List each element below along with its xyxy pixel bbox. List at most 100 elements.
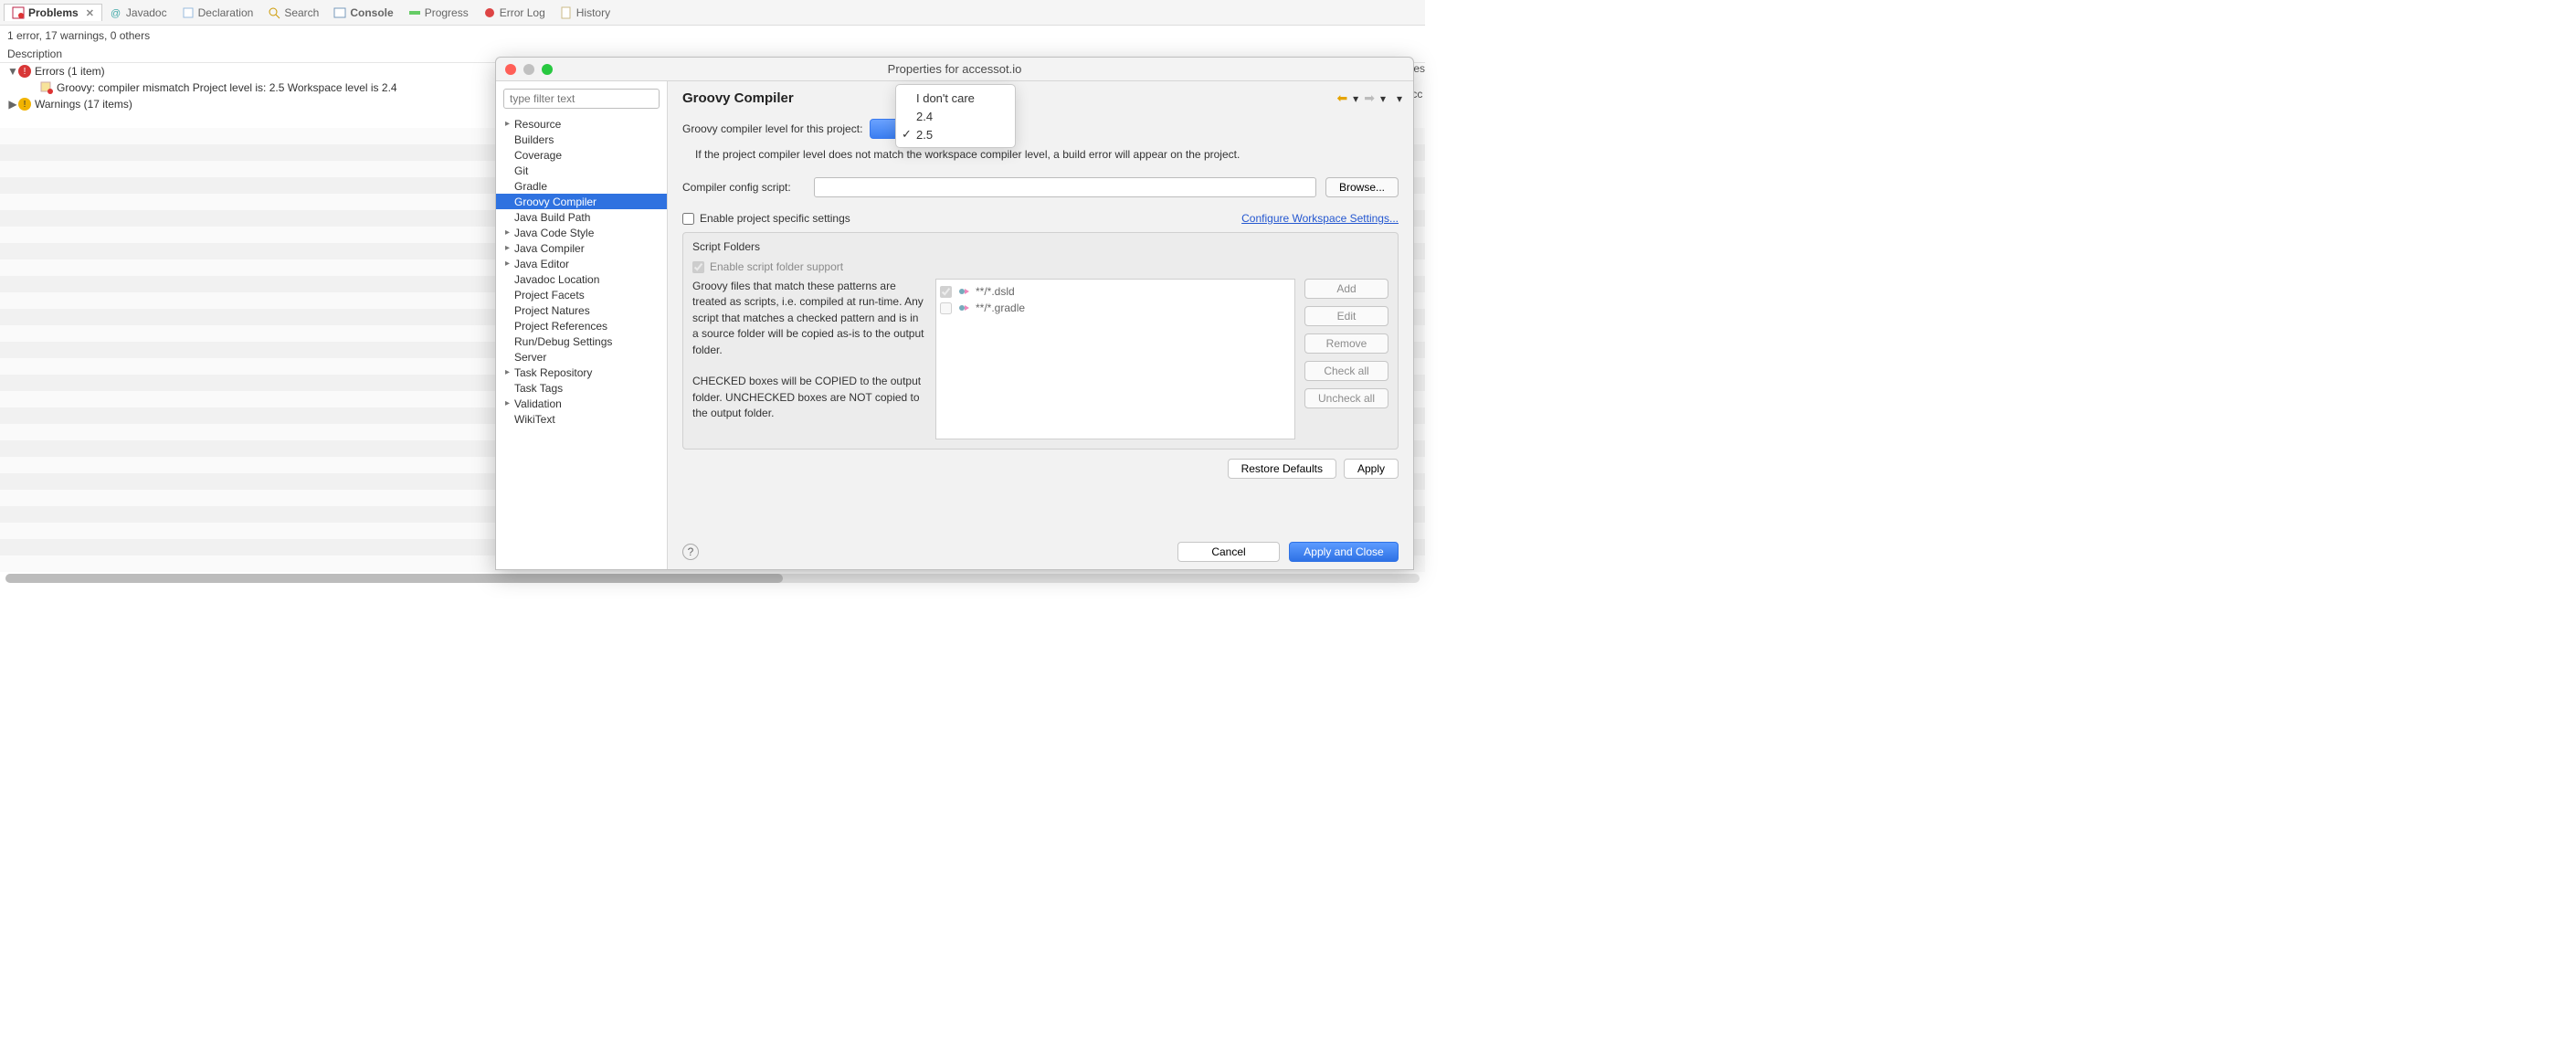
nav-item-project-natures[interactable]: Project Natures xyxy=(496,302,667,318)
pattern-item[interactable]: **/*.gradle xyxy=(940,300,1291,316)
search-icon xyxy=(268,6,280,19)
apply-button[interactable]: Apply xyxy=(1344,459,1399,479)
caret-right-icon[interactable]: ▶ xyxy=(7,98,18,111)
dropdown-option[interactable]: I don't care xyxy=(896,89,1015,107)
caret-right-icon[interactable]: ▸ xyxy=(505,119,514,129)
nav-item-run-debug-settings[interactable]: Run/Debug Settings xyxy=(496,333,667,349)
back-arrow-icon[interactable]: ⬅ xyxy=(1336,90,1347,106)
tab-problems[interactable]: Problems ✕ xyxy=(4,4,102,21)
caret-right-icon[interactable]: ▸ xyxy=(505,227,514,238)
edit-button[interactable]: Edit xyxy=(1304,306,1388,326)
nav-item-java-compiler[interactable]: ▸Java Compiler xyxy=(496,240,667,256)
nav-item-coverage[interactable]: Coverage xyxy=(496,147,667,163)
properties-page: Groovy Compiler ⬅ ▾ ➡ ▾ ▾ Groovy compile… xyxy=(668,81,1413,569)
enable-specific-row[interactable]: Enable project specific settings xyxy=(682,212,850,225)
caret-right-icon[interactable]: ▸ xyxy=(505,367,514,377)
uncheck-all-button[interactable]: Uncheck all xyxy=(1304,388,1388,408)
nav-item-label: Java Editor xyxy=(514,258,569,270)
dropdown-option-selected[interactable]: ✓2.5 xyxy=(896,125,1015,143)
forward-menu-icon[interactable]: ▾ xyxy=(1380,92,1386,105)
view-menu-icon[interactable]: ▾ xyxy=(1397,92,1402,105)
scrollbar-thumb[interactable] xyxy=(5,574,783,583)
close-icon[interactable]: ✕ xyxy=(86,7,94,19)
help-icon[interactable]: ? xyxy=(682,544,699,560)
nav-item-java-editor[interactable]: ▸Java Editor xyxy=(496,256,667,271)
browse-button[interactable]: Browse... xyxy=(1325,177,1399,197)
error-badge-icon: ! xyxy=(18,65,31,78)
pattern-item[interactable]: **/*.dsld xyxy=(940,283,1291,300)
nav-item-javadoc-location[interactable]: Javadoc Location xyxy=(496,271,667,287)
tab-label: Declaration xyxy=(198,6,254,19)
compiler-level-dropdown[interactable]: I don't care 2.4 ✓2.5 xyxy=(895,84,1016,148)
dialog-title: Properties for accessot.io xyxy=(496,62,1413,76)
back-menu-icon[interactable]: ▾ xyxy=(1353,92,1358,105)
nav-item-builders[interactable]: Builders xyxy=(496,132,667,147)
restore-defaults-button[interactable]: Restore Defaults xyxy=(1228,459,1336,479)
nav-item-resource[interactable]: ▸Resource xyxy=(496,116,667,132)
tab-label: Progress xyxy=(425,6,469,19)
tab-progress[interactable]: Progress xyxy=(401,5,476,21)
pattern-checkbox[interactable] xyxy=(940,286,952,298)
pattern-checkbox[interactable] xyxy=(940,302,952,314)
nav-item-label: WikiText xyxy=(514,413,555,426)
tab-history[interactable]: History xyxy=(553,5,618,21)
tab-label: Error Log xyxy=(500,6,545,19)
nav-item-label: Groovy Compiler xyxy=(514,196,596,208)
nav-item-task-repository[interactable]: ▸Task Repository xyxy=(496,365,667,380)
window-close-button[interactable] xyxy=(505,64,516,75)
nav-item-groovy-compiler[interactable]: Groovy Compiler xyxy=(496,194,667,209)
nav-item-label: Server xyxy=(514,351,546,364)
tab-declaration[interactable]: Declaration xyxy=(174,5,261,21)
properties-sidebar: ▸ResourceBuildersCoverageGit Gradle Groovy… xyxy=(496,81,668,569)
apply-and-close-button[interactable]: Apply and Close xyxy=(1289,542,1399,562)
remove-button[interactable]: Remove xyxy=(1304,333,1388,354)
check-all-button[interactable]: Check all xyxy=(1304,361,1388,381)
enable-script-support-row[interactable]: Enable script folder support xyxy=(692,260,1388,273)
nav-item-label: Gradle xyxy=(514,180,547,193)
caret-right-icon[interactable]: ▸ xyxy=(505,259,514,269)
enable-script-support-checkbox[interactable] xyxy=(692,261,704,273)
enable-script-support-label: Enable script folder support xyxy=(710,260,843,273)
script-folders-group: Script Folders Enable script folder supp… xyxy=(682,232,1399,450)
tab-javadoc[interactable]: @ Javadoc xyxy=(102,5,174,21)
window-zoom-button[interactable] xyxy=(542,64,553,75)
problems-summary: 1 error, 17 warnings, 0 others xyxy=(0,26,1425,46)
nav-item-task-tags[interactable]: Task Tags xyxy=(496,380,667,396)
tab-errorlog[interactable]: Error Log xyxy=(476,5,553,21)
horizontal-scrollbar[interactable] xyxy=(5,574,1420,583)
forward-arrow-icon[interactable]: ➡ xyxy=(1364,90,1375,106)
caret-down-icon[interactable]: ▼ xyxy=(7,65,18,78)
caret-right-icon[interactable]: ▸ xyxy=(505,243,514,253)
window-minimize-button[interactable] xyxy=(523,64,534,75)
nav-item-validation[interactable]: ▸Validation xyxy=(496,396,667,411)
nav-item-project-facets[interactable]: Project Facets xyxy=(496,287,667,302)
view-tabbar: Problems ✕ @ Javadoc Declaration Search … xyxy=(0,0,1425,26)
dropdown-option[interactable]: 2.4 xyxy=(896,107,1015,125)
tab-search[interactable]: Search xyxy=(260,5,326,21)
enable-specific-checkbox[interactable] xyxy=(682,213,694,225)
patterns-list[interactable]: **/*.dsld **/*.gradle xyxy=(935,279,1295,439)
filter-input[interactable] xyxy=(503,89,660,109)
tab-label: Javadoc xyxy=(126,6,167,19)
tab-console[interactable]: Console xyxy=(326,5,400,21)
workspace-settings-link[interactable]: Configure Workspace Settings... xyxy=(1241,212,1399,225)
nav-item-label: Validation xyxy=(514,397,562,410)
nav-item-server[interactable]: Server xyxy=(496,349,667,365)
nav-item-gradle[interactable]: Gradle xyxy=(496,178,667,194)
caret-right-icon[interactable]: ▸ xyxy=(505,398,514,408)
nav-item-java-build-path[interactable]: Java Build Path xyxy=(496,209,667,225)
enable-specific-label: Enable project specific settings xyxy=(700,212,850,225)
nav-item-label: Java Code Style xyxy=(514,227,594,239)
nav-item-wikitext[interactable]: WikiText xyxy=(496,411,667,427)
cancel-button[interactable]: Cancel xyxy=(1177,542,1280,562)
nav-item-git[interactable]: Git xyxy=(496,163,667,178)
tab-label: Search xyxy=(284,6,319,19)
nav-item-project-references[interactable]: Project References xyxy=(496,318,667,333)
history-icon xyxy=(560,6,573,19)
pattern-icon xyxy=(957,285,970,298)
config-script-input[interactable] xyxy=(814,177,1316,197)
nav-item-java-code-style[interactable]: ▸Java Code Style xyxy=(496,225,667,240)
add-button[interactable]: Add xyxy=(1304,279,1388,299)
dialog-titlebar[interactable]: Properties for accessot.io xyxy=(496,58,1413,81)
tree-label: Errors (1 item) xyxy=(35,65,105,78)
